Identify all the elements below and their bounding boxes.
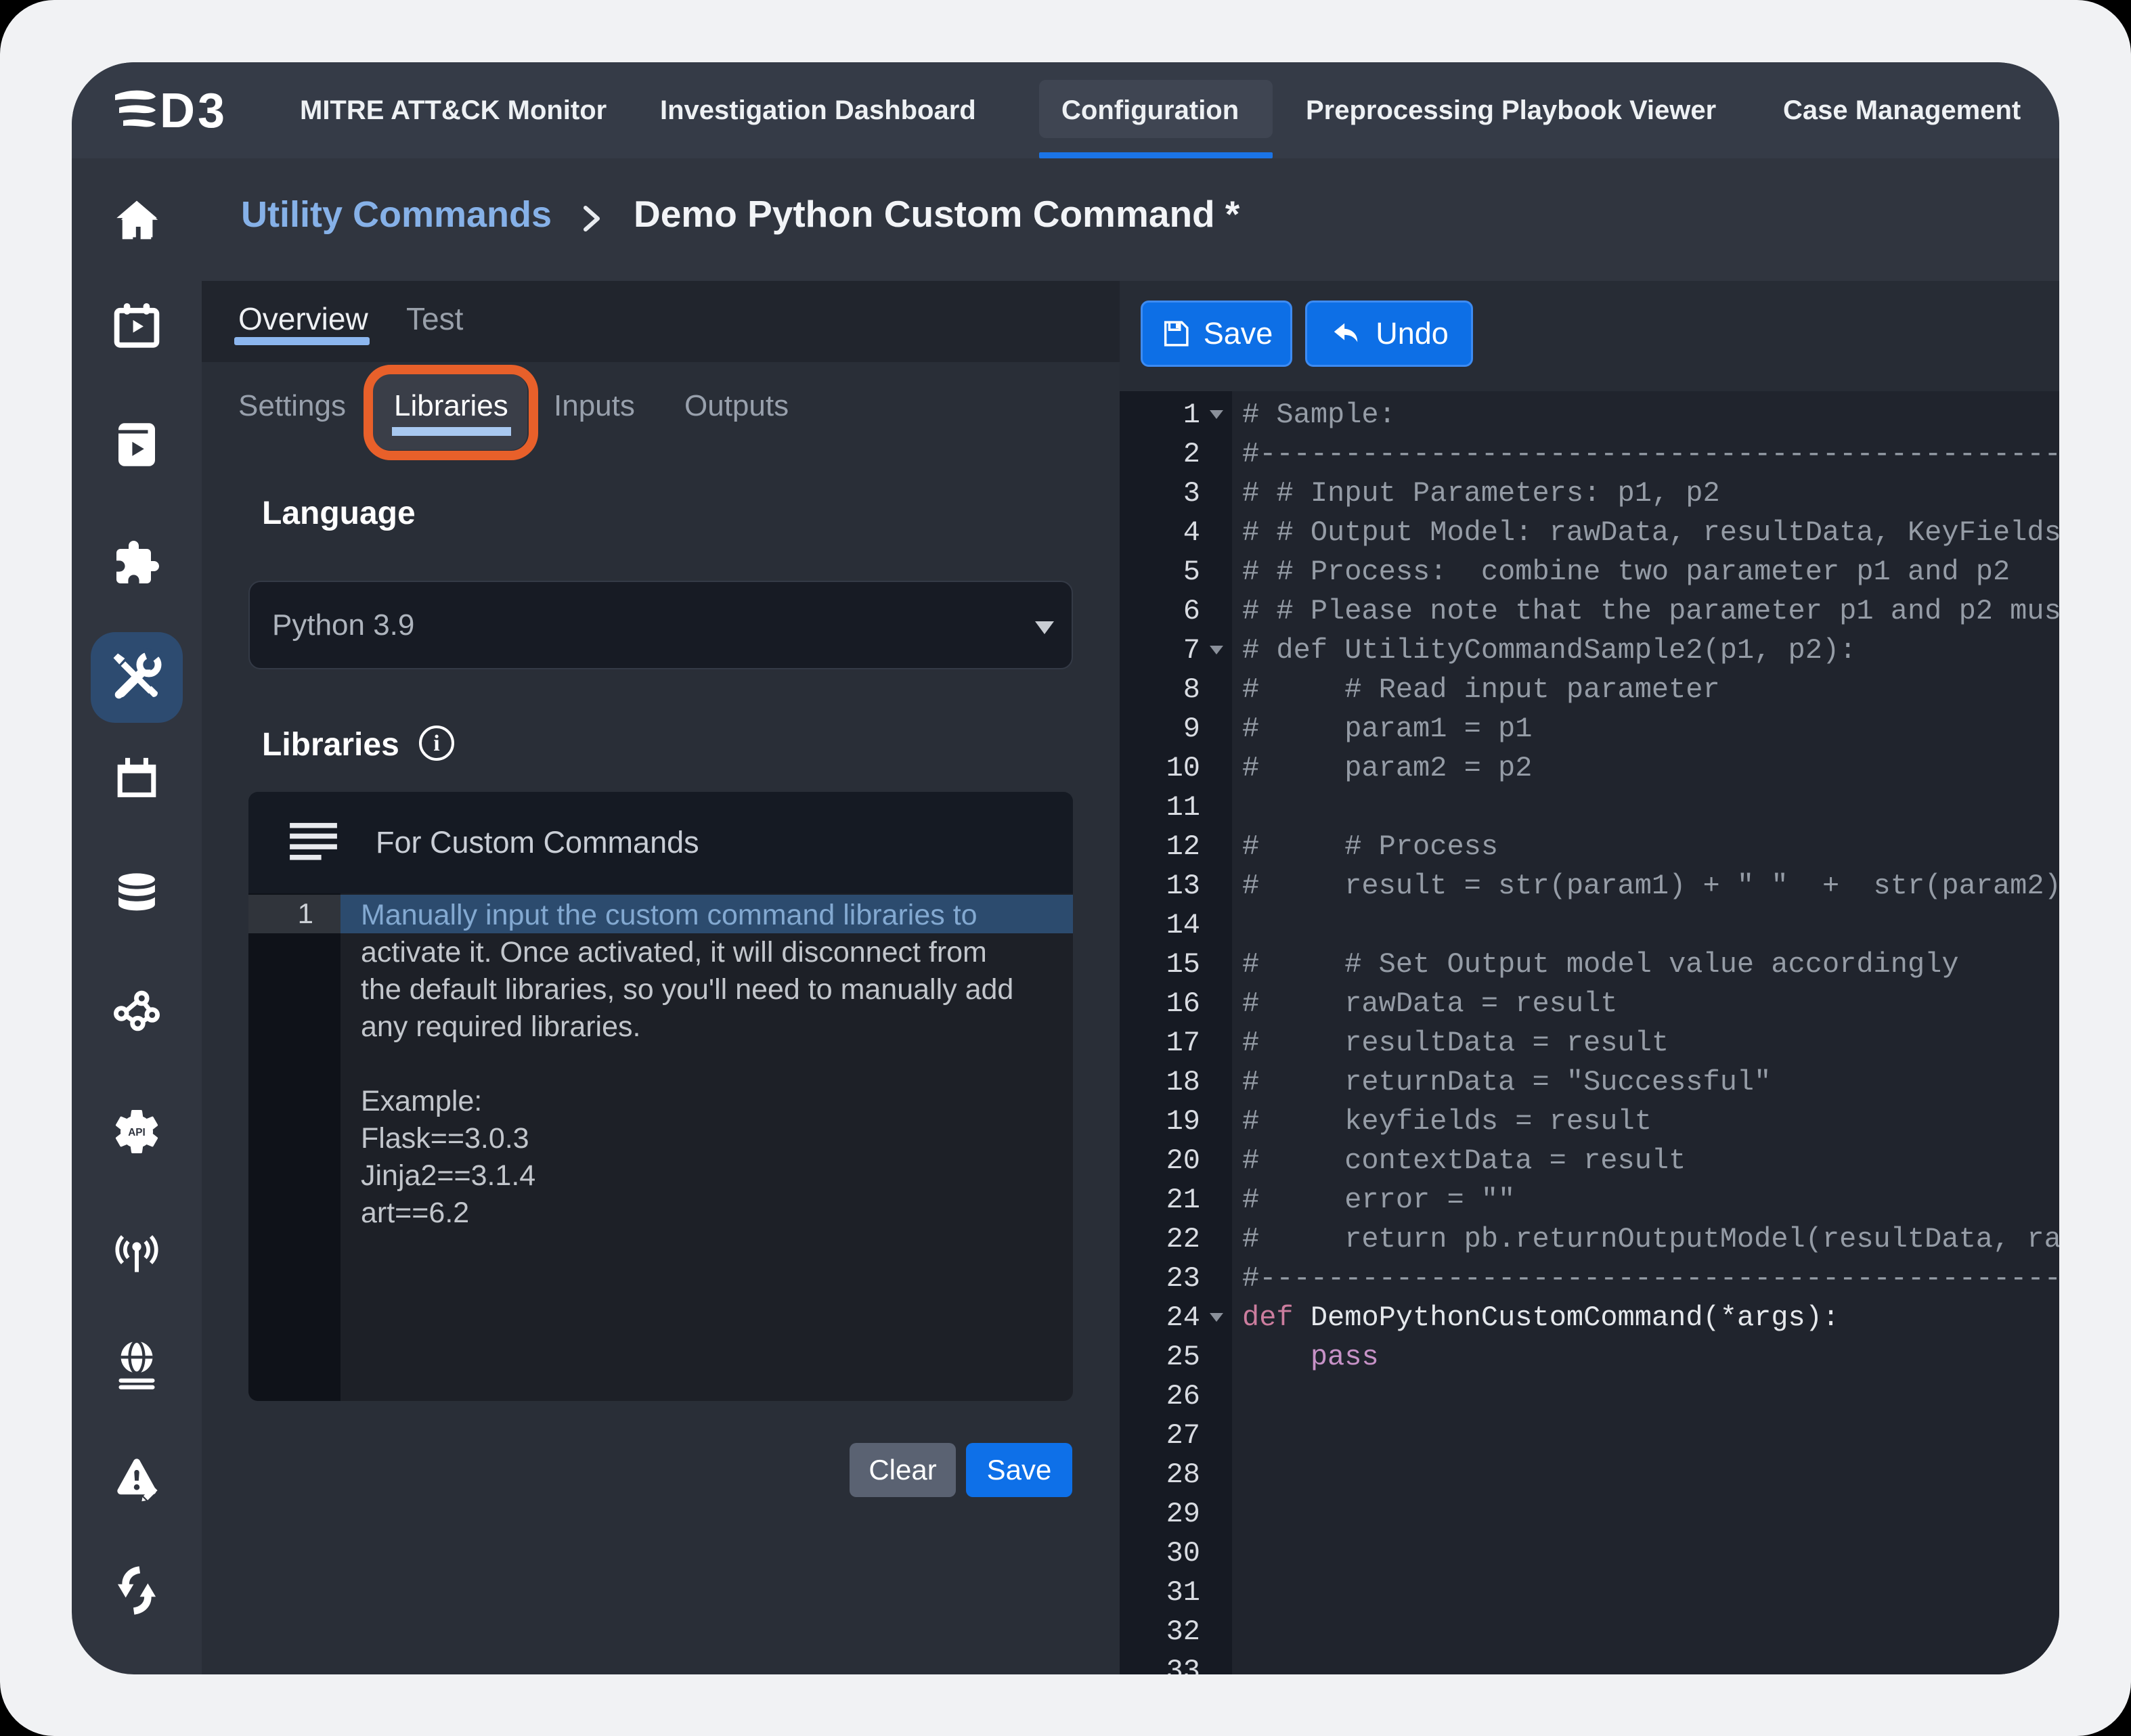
svg-text:API: API (128, 1127, 146, 1138)
svg-text:D3: D3 (160, 89, 227, 131)
